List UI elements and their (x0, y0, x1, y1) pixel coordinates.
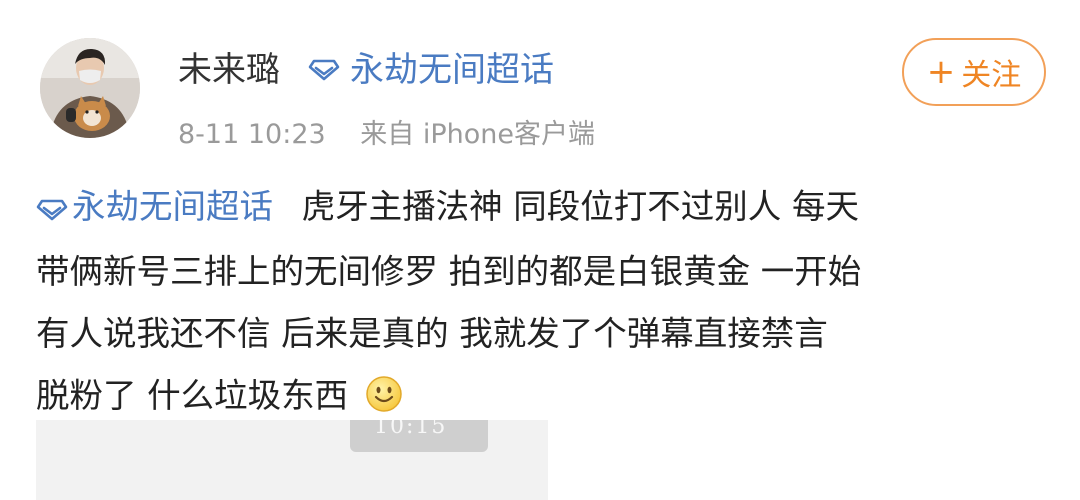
post-image[interactable]: 10:15 (36, 420, 548, 500)
diamond-topic-icon (308, 59, 340, 81)
follow-button[interactable]: + 关注 (902, 38, 1046, 106)
post-body: 永劫无间超话 虎牙主播法神 同段位打不过别人 每天 带俩新号三排上的无间修罗 拍… (36, 176, 1046, 433)
follow-label: 关注 (961, 58, 1022, 93)
avatar[interactable] (40, 38, 140, 138)
plus-icon: + (926, 52, 956, 92)
post-text-line-4: 脱粉了 什么垃圾东西 (36, 376, 349, 415)
inline-topic-link[interactable]: 永劫无间超话 (36, 187, 284, 226)
image-badge-text: 10:15 (374, 420, 448, 439)
post-text-line-2: 带俩新号三排上的无间修罗 拍到的都是白银黄金 一开始 (36, 252, 862, 291)
diamond-topic-icon (36, 179, 68, 241)
post-source: 来自 iPhone客户端 (360, 119, 595, 150)
username[interactable]: 未来璐 (178, 46, 280, 94)
topic-name: 永劫无间超话 (350, 50, 554, 90)
topic-link[interactable]: 永劫无间超话 (308, 46, 554, 94)
post-text-line-3: 有人说我还不信 后来是真的 我就发了个弹幕直接禁言 (36, 314, 828, 353)
avatar-image (40, 38, 140, 138)
post-time: 8-11 10:23 (178, 119, 326, 150)
post-line-1: 永劫无间超话 虎牙主播法神 同段位打不过别人 每天 (36, 176, 1046, 241)
post-meta: 8-11 10:23 来自 iPhone客户端 (178, 115, 595, 155)
inline-topic-text: 永劫无间超话 (72, 187, 273, 226)
post-text-line-1: 虎牙主播法神 同段位打不过别人 每天 (301, 187, 859, 226)
image-badge: 10:15 (350, 420, 488, 452)
